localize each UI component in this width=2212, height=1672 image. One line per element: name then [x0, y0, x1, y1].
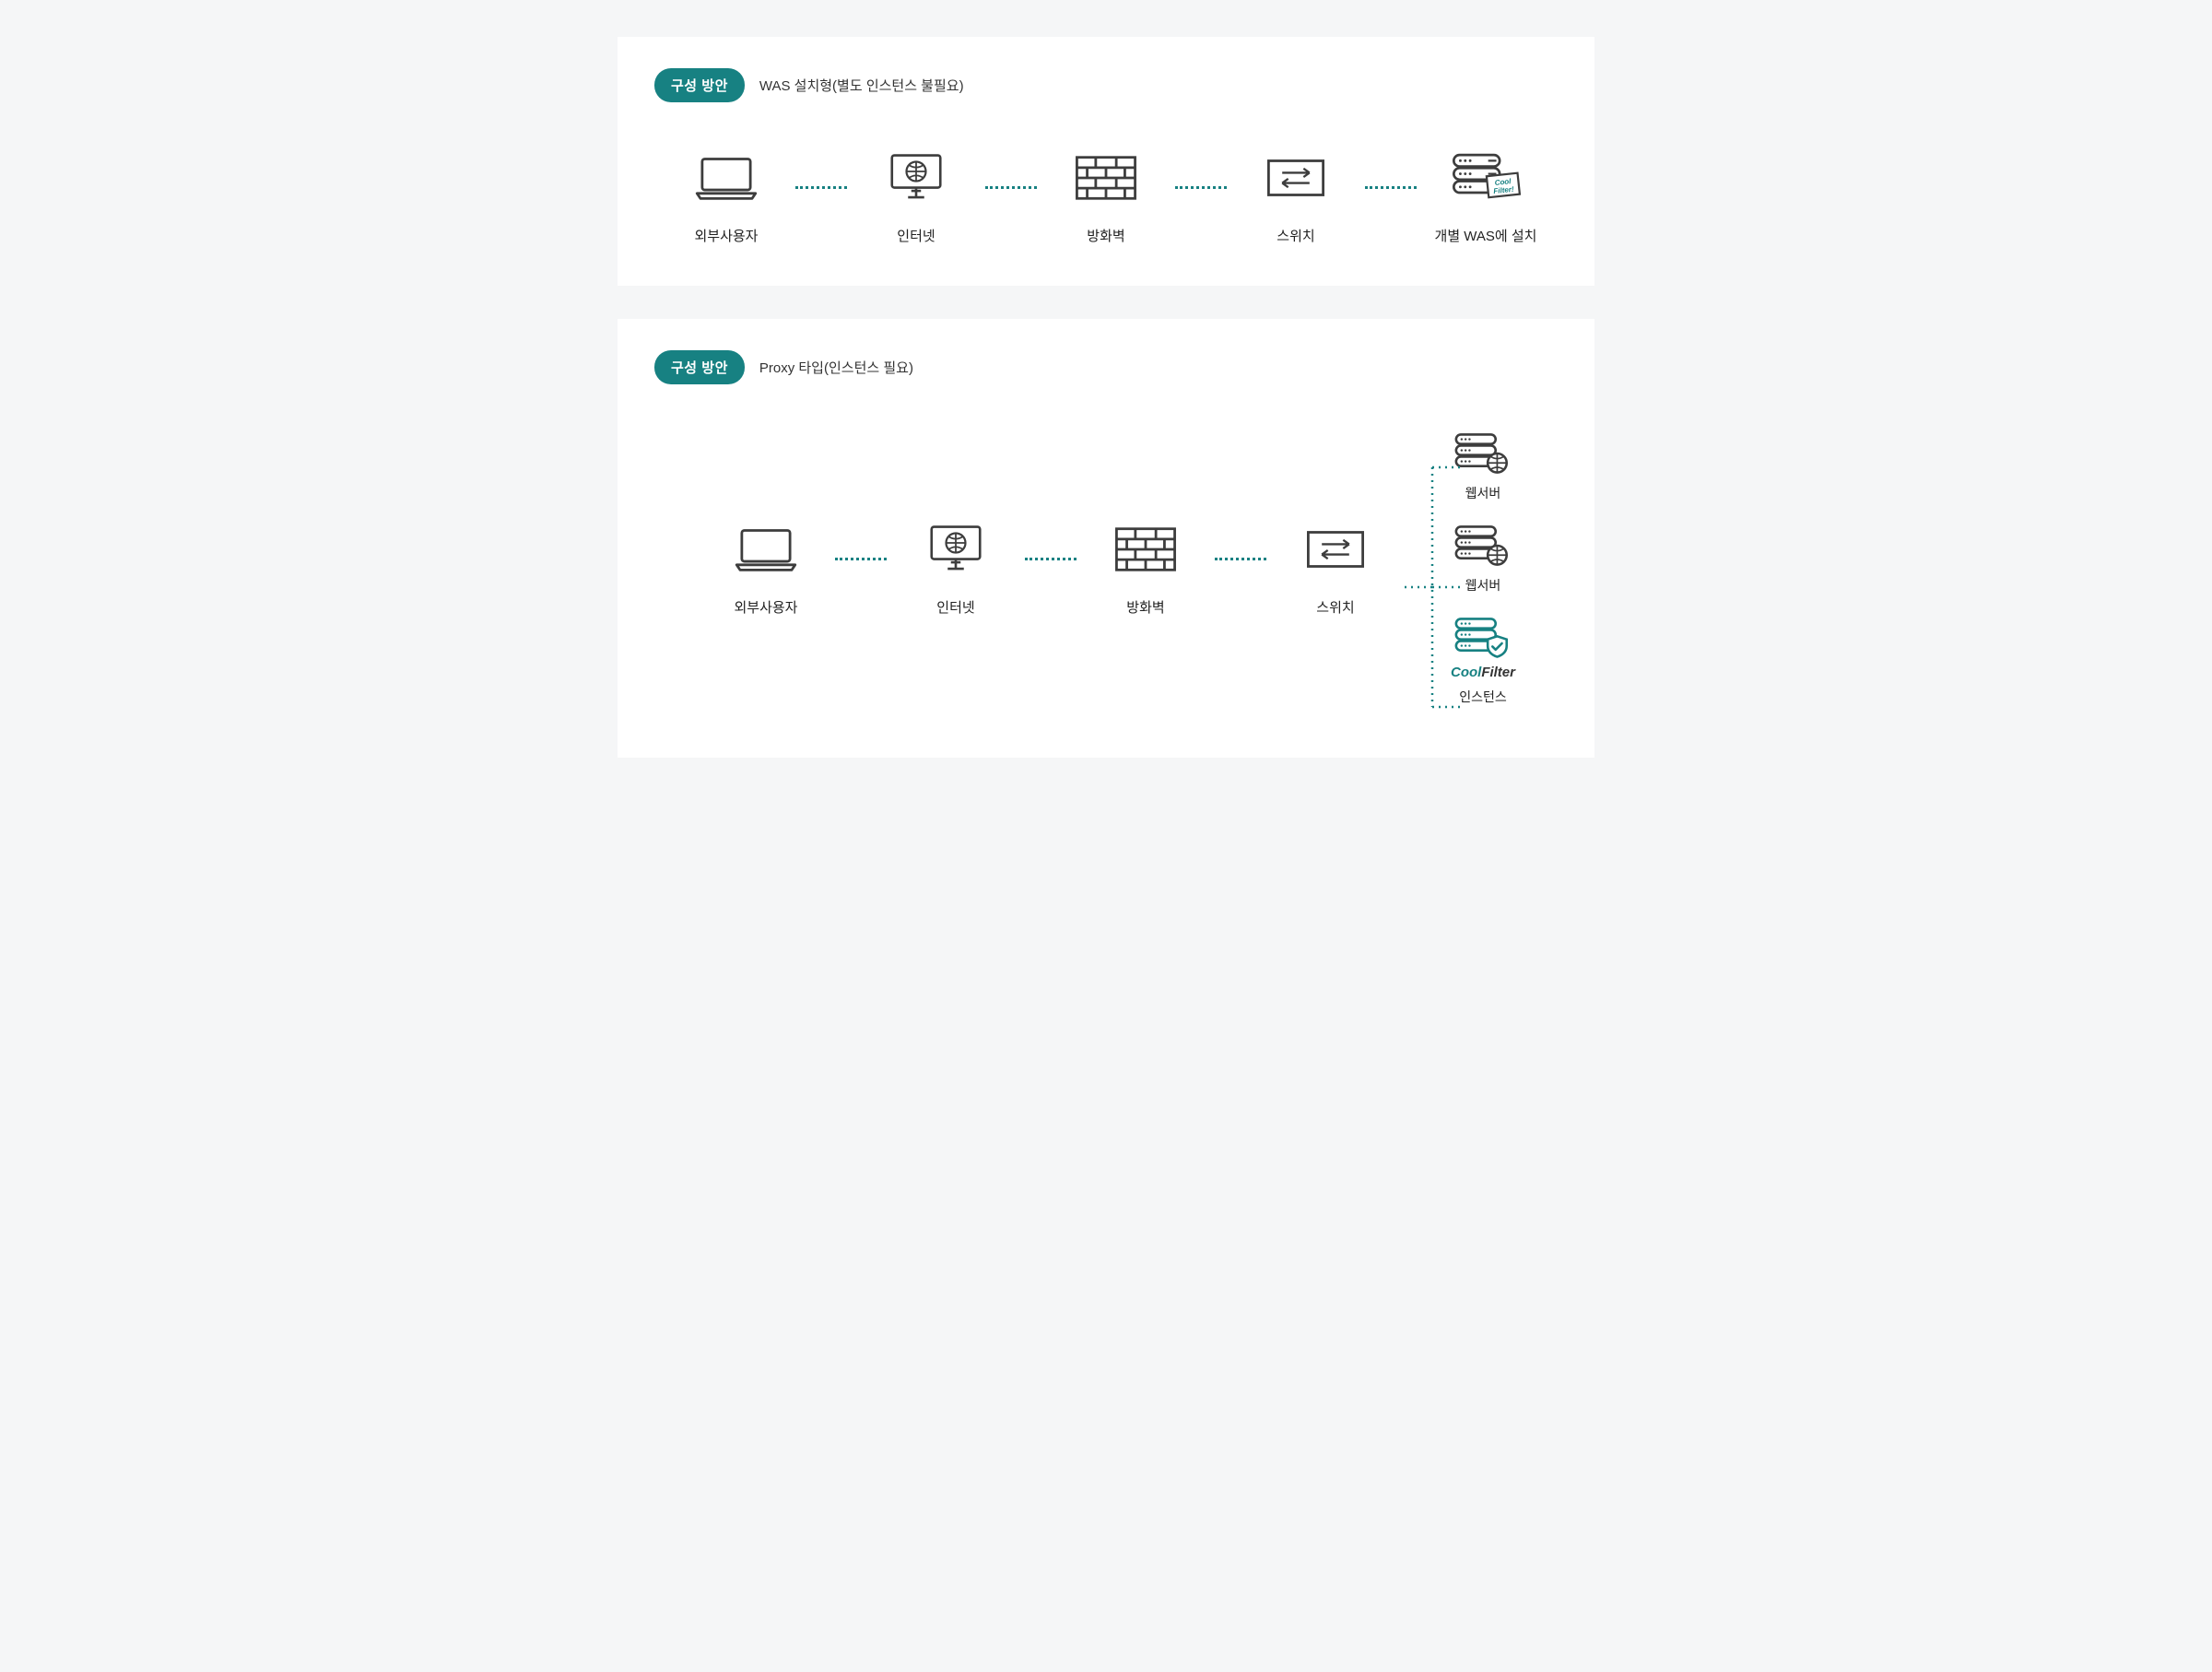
badge-config: 구성 방안 [654, 350, 745, 384]
label-switch: 스위치 [1316, 597, 1354, 617]
node-client: 외부사용자 [697, 520, 835, 617]
node-switch: 스위치 [1266, 520, 1405, 617]
panel2-flow: 외부사용자 인터넷 [654, 421, 1558, 706]
node-firewall: 방화벽 [1077, 520, 1215, 617]
server-globe-icon [1451, 430, 1515, 477]
node-switch: 스위치 [1227, 148, 1365, 245]
panel1-flow: 외부사용자 인터넷 [654, 139, 1558, 245]
label-client: 외부사용자 [694, 226, 758, 245]
server-coolfilter-icon: Cool Filter! [1449, 148, 1523, 207]
laptop-icon [729, 520, 803, 579]
connector [835, 558, 887, 560]
label-firewall: 방화벽 [1126, 597, 1164, 617]
node-client: 외부사용자 [657, 148, 795, 245]
coolfilter-logo: CoolFilter [1451, 665, 1515, 680]
switch-icon [1259, 148, 1333, 207]
node-firewall: 방화벽 [1037, 148, 1175, 245]
label-internet: 인터넷 [897, 226, 935, 245]
label-web2: 웹서버 [1465, 576, 1501, 595]
panel-was-install: 구성 방안 WAS 설치형(별도 인스턴스 불필요) 외부사용자 [618, 37, 1594, 286]
node-internet: 인터넷 [887, 520, 1025, 617]
switch-icon [1299, 520, 1372, 579]
server-shield-icon [1451, 615, 1515, 661]
connector [1025, 558, 1077, 560]
label-client: 외부사용자 [734, 597, 797, 617]
connector [1365, 186, 1417, 189]
label-internet: 인터넷 [936, 597, 974, 617]
firewall-icon [1069, 148, 1143, 207]
label-instance: 인스턴스 [1459, 688, 1507, 706]
label-was: 개별 WAS에 설치 [1435, 226, 1537, 245]
connector [795, 186, 847, 189]
panel-proxy: 구성 방안 Proxy 타입(인스턴스 필요) 외부사용자 [618, 319, 1594, 758]
panel2-header: 구성 방안 Proxy 타입(인스턴스 필요) [654, 350, 1558, 384]
logo-part-2: Filter [1481, 665, 1515, 680]
badge-config: 구성 방안 [654, 68, 745, 102]
node-internet: 인터넷 [847, 148, 985, 245]
laptop-icon [689, 148, 763, 207]
panel1-header: 구성 방안 WAS 설치형(별도 인스턴스 불필요) [654, 68, 1558, 102]
server-globe-icon [1451, 523, 1515, 569]
globe-monitor-icon [919, 520, 993, 579]
panel1-subtitle: WAS 설치형(별도 인스턴스 불필요) [759, 76, 964, 95]
node-was: Cool Filter! 개별 WAS에 설치 [1417, 148, 1555, 245]
connector [985, 186, 1037, 189]
label-firewall: 방화벽 [1087, 226, 1124, 245]
connector [1215, 558, 1266, 560]
globe-monitor-icon [879, 148, 953, 207]
connector [1175, 186, 1227, 189]
label-switch: 스위치 [1277, 226, 1314, 245]
label-web1: 웹서버 [1465, 484, 1501, 502]
panel2-subtitle: Proxy 타입(인스턴스 필요) [759, 358, 913, 377]
firewall-icon [1109, 520, 1182, 579]
